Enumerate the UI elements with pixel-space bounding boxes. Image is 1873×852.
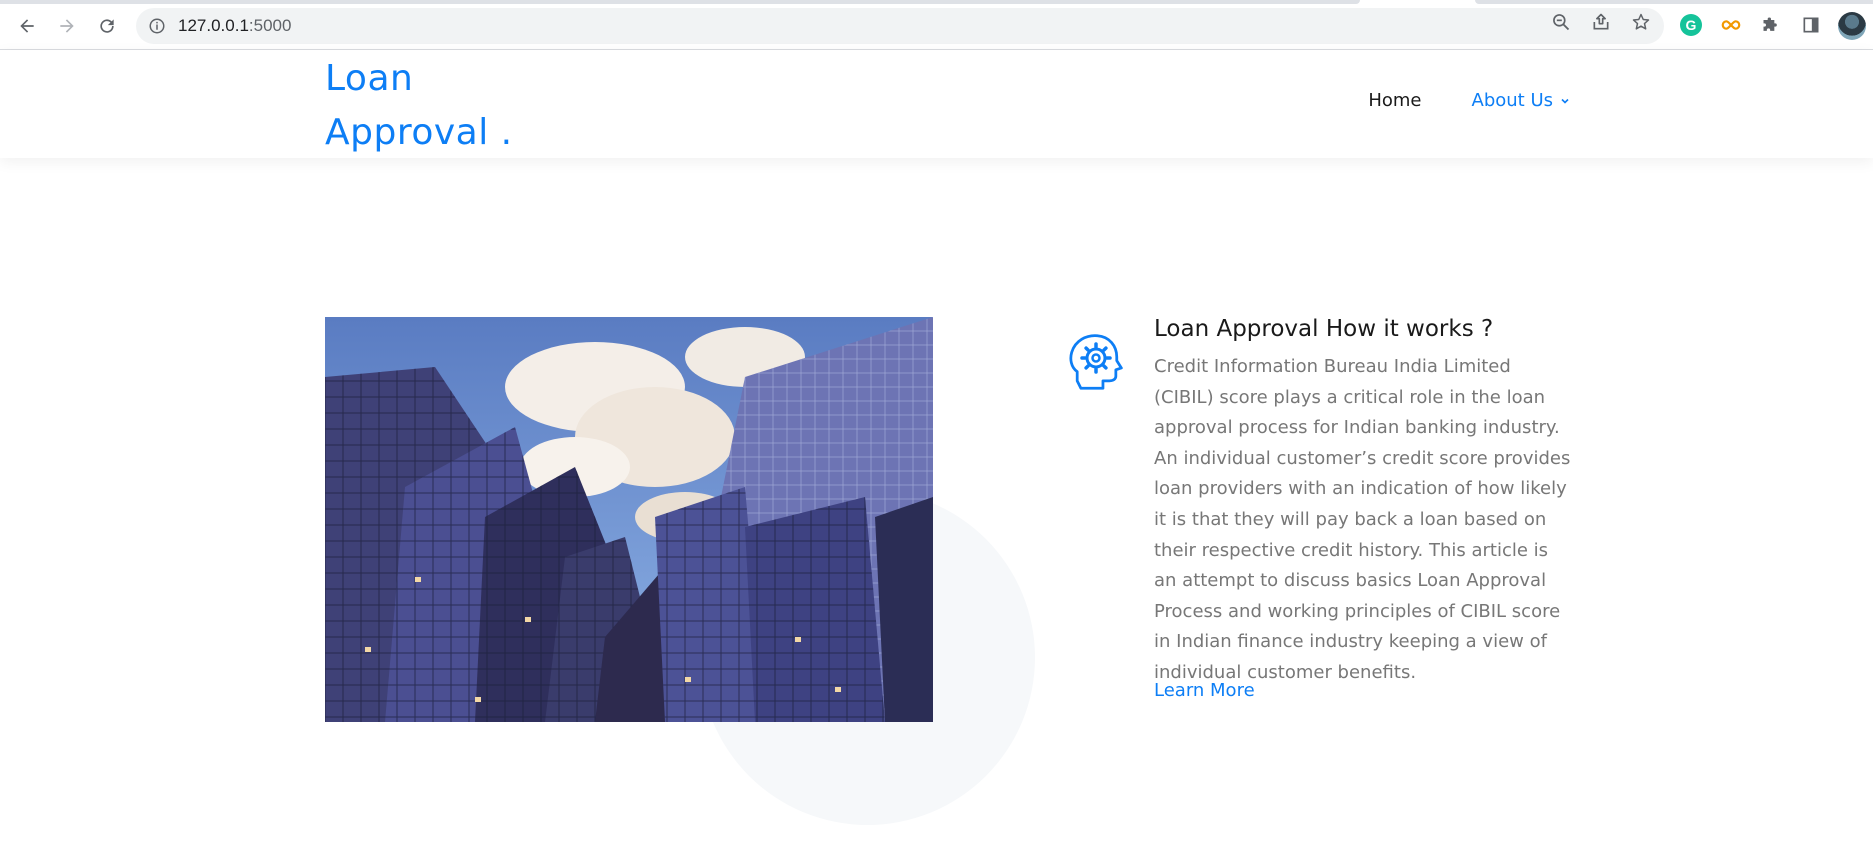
- share-button[interactable]: [1588, 9, 1614, 35]
- puzzle-icon: [1763, 17, 1777, 31]
- nav-home[interactable]: Home: [1368, 90, 1421, 111]
- nav-about-us-label: About Us: [1471, 90, 1554, 111]
- reload-button[interactable]: [92, 11, 122, 41]
- back-button[interactable]: [12, 11, 42, 41]
- learn-more-link[interactable]: Learn More: [1154, 680, 1255, 701]
- main-nav: Home About Us: [1368, 90, 1571, 111]
- tab-strip-right: [1475, 0, 1873, 4]
- share-icon: [1593, 13, 1609, 30]
- infinity-icon: [1721, 20, 1741, 30]
- site-logo[interactable]: Loan Approval .: [325, 52, 545, 160]
- skyscrapers-illustration: [325, 317, 933, 722]
- profile-avatar[interactable]: [1838, 12, 1866, 40]
- nav-about-us[interactable]: About Us: [1472, 90, 1572, 111]
- grammarly-icon: G: [1680, 14, 1702, 36]
- infinity-extension[interactable]: [1718, 12, 1744, 38]
- reload-icon: [100, 19, 114, 33]
- hero-image-skyscrapers: [325, 317, 933, 722]
- url-text[interactable]: 127.0.0.1:5000: [178, 16, 291, 36]
- nav-home-label: Home: [1368, 90, 1422, 111]
- address-bar[interactable]: 127.0.0.1:5000: [136, 8, 1664, 44]
- back-arrow-icon: [20, 19, 34, 33]
- logo-line-2: Approval .: [325, 112, 513, 153]
- side-panel-icon: [1803, 17, 1819, 33]
- site-info-icon[interactable]: [148, 17, 166, 35]
- site-header: Loan Approval . Home About Us: [0, 50, 1873, 158]
- zoom-out-icon: [1553, 14, 1570, 31]
- chevron-down-icon: [1561, 98, 1569, 104]
- browser-toolbar: 127.0.0.1:5000 G: [0, 0, 1873, 50]
- feature-description: Credit Information Bureau India Limited …: [1154, 356, 1571, 683]
- bookmark-button[interactable]: [1628, 9, 1654, 35]
- star-icon: [1632, 13, 1650, 30]
- feature-title: Loan Approval How it works ?: [1154, 316, 1494, 342]
- forward-button[interactable]: [52, 11, 82, 41]
- side-panel-button[interactable]: [1798, 12, 1824, 38]
- url-port: :5000: [248, 16, 292, 35]
- forward-arrow-icon: [60, 19, 74, 33]
- logo-line-1: Loan: [325, 58, 414, 99]
- head-gear-icon: [1068, 333, 1124, 395]
- grammarly-extension[interactable]: G: [1678, 12, 1704, 38]
- extensions-button[interactable]: [1758, 12, 1784, 38]
- zoom-button[interactable]: [1548, 9, 1574, 35]
- tab-strip: [0, 0, 1360, 4]
- url-host: 127.0.0.1: [178, 16, 249, 35]
